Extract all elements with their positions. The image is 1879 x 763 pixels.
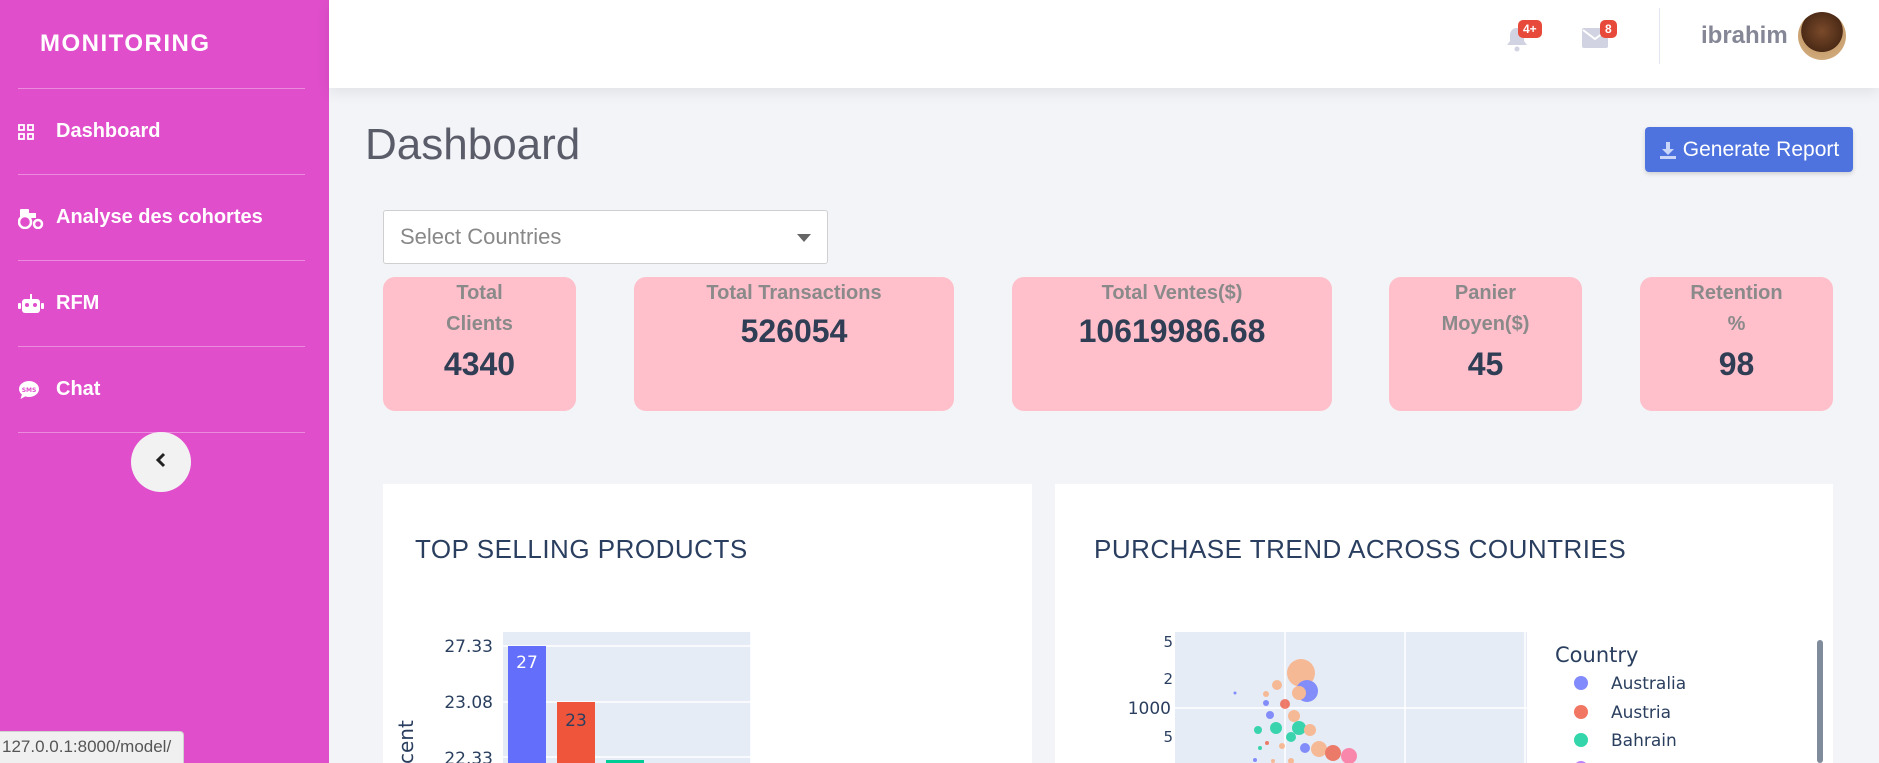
sidebar-toggle-button[interactable]: [131, 432, 191, 492]
legend-entry: Bahrain: [1611, 731, 1677, 751]
topbar: 4+ 8 ibrahim: [329, 0, 1879, 88]
y-tick-label: 22.33: [444, 749, 493, 763]
scatter-point: [1288, 710, 1300, 722]
user-name[interactable]: ibrahim: [1701, 22, 1788, 50]
sidebar: MONITORING Dashboard Analyse des cohorte…: [0, 0, 329, 763]
scatter-point: [1286, 732, 1296, 742]
kpi-card-average-basket: Panier Moyen($) 45: [1389, 277, 1582, 411]
kpi-label: Total Clients: [446, 282, 513, 335]
country-select[interactable]: Select Countries: [383, 210, 828, 264]
scatter-point: [1254, 726, 1262, 734]
y-tick-label: 5: [1163, 728, 1173, 746]
bar-label: 27: [516, 653, 538, 673]
scatter-point: [1271, 759, 1275, 763]
chevron-down-icon[interactable]: [797, 234, 811, 242]
robot-icon: [18, 293, 48, 314]
sidebar-item-label: RFM: [56, 292, 100, 314]
purchase-trend-chart[interactable]: 5 2 1000 5 Country Australia Austria Bah…: [1055, 484, 1833, 763]
alerts-count-badge: 4+: [1518, 20, 1542, 38]
y-tick-label: 2: [1163, 670, 1173, 688]
generate-report-button[interactable]: Generate Report: [1645, 127, 1853, 172]
legend-marker: [1574, 733, 1588, 747]
scatter-point: [1263, 700, 1269, 706]
kpi-value: 98: [1718, 346, 1755, 382]
kpi-value: 45: [1467, 346, 1504, 382]
scatter-point: [1266, 711, 1274, 719]
y-tick-label: 1000: [1128, 699, 1171, 719]
kpi-card-total-sales: Total Ventes($) 10619986.68: [1012, 277, 1332, 411]
sidebar-item-chat[interactable]: SMS Chat: [0, 347, 329, 432]
kpi-value: 526054: [740, 313, 848, 349]
sidebar-item-cohorts[interactable]: Analyse des cohortes: [0, 175, 329, 260]
scatter-point: [1258, 746, 1262, 750]
sidebar-item-label: Chat: [56, 378, 101, 400]
bar-label: 23: [565, 711, 587, 731]
y-tick-label: 27.33: [444, 637, 493, 657]
kpi-card-retention: Retention% 98: [1640, 277, 1833, 411]
scatter-point: [1263, 691, 1269, 697]
legend-title: Country: [1555, 643, 1638, 667]
avatar[interactable]: [1798, 12, 1846, 60]
legend-entry: Australia: [1611, 674, 1686, 694]
brand-title[interactable]: MONITORING: [0, 0, 329, 88]
alerts-button[interactable]: 4+: [1501, 20, 1542, 58]
purchase-trend-panel: PURCHASE TREND ACROSS COUNTRIES 5 2 1000…: [1055, 484, 1833, 763]
grid-icon: [18, 123, 48, 140]
kpi-card-total-clients: Total Clients 4340: [383, 277, 576, 411]
chevron-left-icon: [154, 452, 168, 473]
kpi-label: Total Transactions: [706, 282, 882, 304]
y-tick-label: 5: [1163, 633, 1173, 651]
generate-report-label: Generate Report: [1682, 137, 1840, 161]
kpi-value: 10619986.68: [1078, 313, 1266, 349]
messages-button[interactable]: 8: [1580, 20, 1617, 58]
scatter-point: [1311, 741, 1327, 757]
legend-entry: Austria: [1611, 703, 1671, 723]
topbar-divider: [1659, 8, 1660, 64]
legend-marker: [1574, 676, 1588, 690]
y-tick-label: 23.08: [444, 693, 493, 713]
sidebar-item-dashboard[interactable]: Dashboard: [0, 89, 329, 174]
scatter-point: [1280, 699, 1290, 709]
scatter-point: [1272, 680, 1282, 690]
messages-count-badge: 8: [1600, 20, 1617, 38]
sidebar-item-label: Dashboard: [56, 120, 161, 142]
scatter-point: [1253, 758, 1257, 762]
y-axis-label: cent: [394, 720, 418, 763]
scatter-point: [1300, 743, 1310, 753]
scatter-point: [1270, 722, 1282, 734]
sidebar-item-rfm[interactable]: RFM: [0, 261, 329, 346]
country-select-placeholder: Select Countries: [400, 224, 562, 249]
sidebar-item-label: Analyse des cohortes: [56, 206, 263, 228]
top-selling-products-chart[interactable]: 27.33 23.08 22.33 cent 27 23: [383, 484, 1032, 763]
scatter-point: [1265, 741, 1269, 745]
download-icon: [1659, 141, 1677, 159]
scatter-point: [1292, 686, 1306, 700]
scatter-point: [1233, 691, 1237, 695]
tractor-icon: [18, 207, 48, 229]
scatter-point: [1292, 721, 1306, 735]
scatter-point: [1325, 745, 1341, 761]
plot-background: [1175, 632, 1527, 763]
status-bar-url: 127.0.0.1:8000/model/: [0, 731, 185, 763]
kpi-card-total-transactions: Total Transactions 526054: [634, 277, 954, 411]
scatter-point: [1279, 743, 1285, 749]
legend-marker: [1574, 705, 1588, 719]
legend-scrollbar: [1817, 640, 1823, 763]
page-title: Dashboard: [365, 120, 581, 169]
top-selling-products-panel: TOP SELLING PRODUCTS 27.33 23.08 22.33 c…: [383, 484, 1032, 763]
sms-icon: SMS: [18, 380, 48, 400]
scatter-point: [1304, 724, 1316, 736]
kpi-label: Panier Moyen($): [1441, 282, 1530, 335]
kpi-label: Retention%: [1690, 282, 1783, 335]
svg-text:SMS: SMS: [22, 387, 37, 394]
kpi-value: 4340: [443, 346, 516, 382]
kpi-label: Total Ventes($): [1101, 282, 1243, 304]
